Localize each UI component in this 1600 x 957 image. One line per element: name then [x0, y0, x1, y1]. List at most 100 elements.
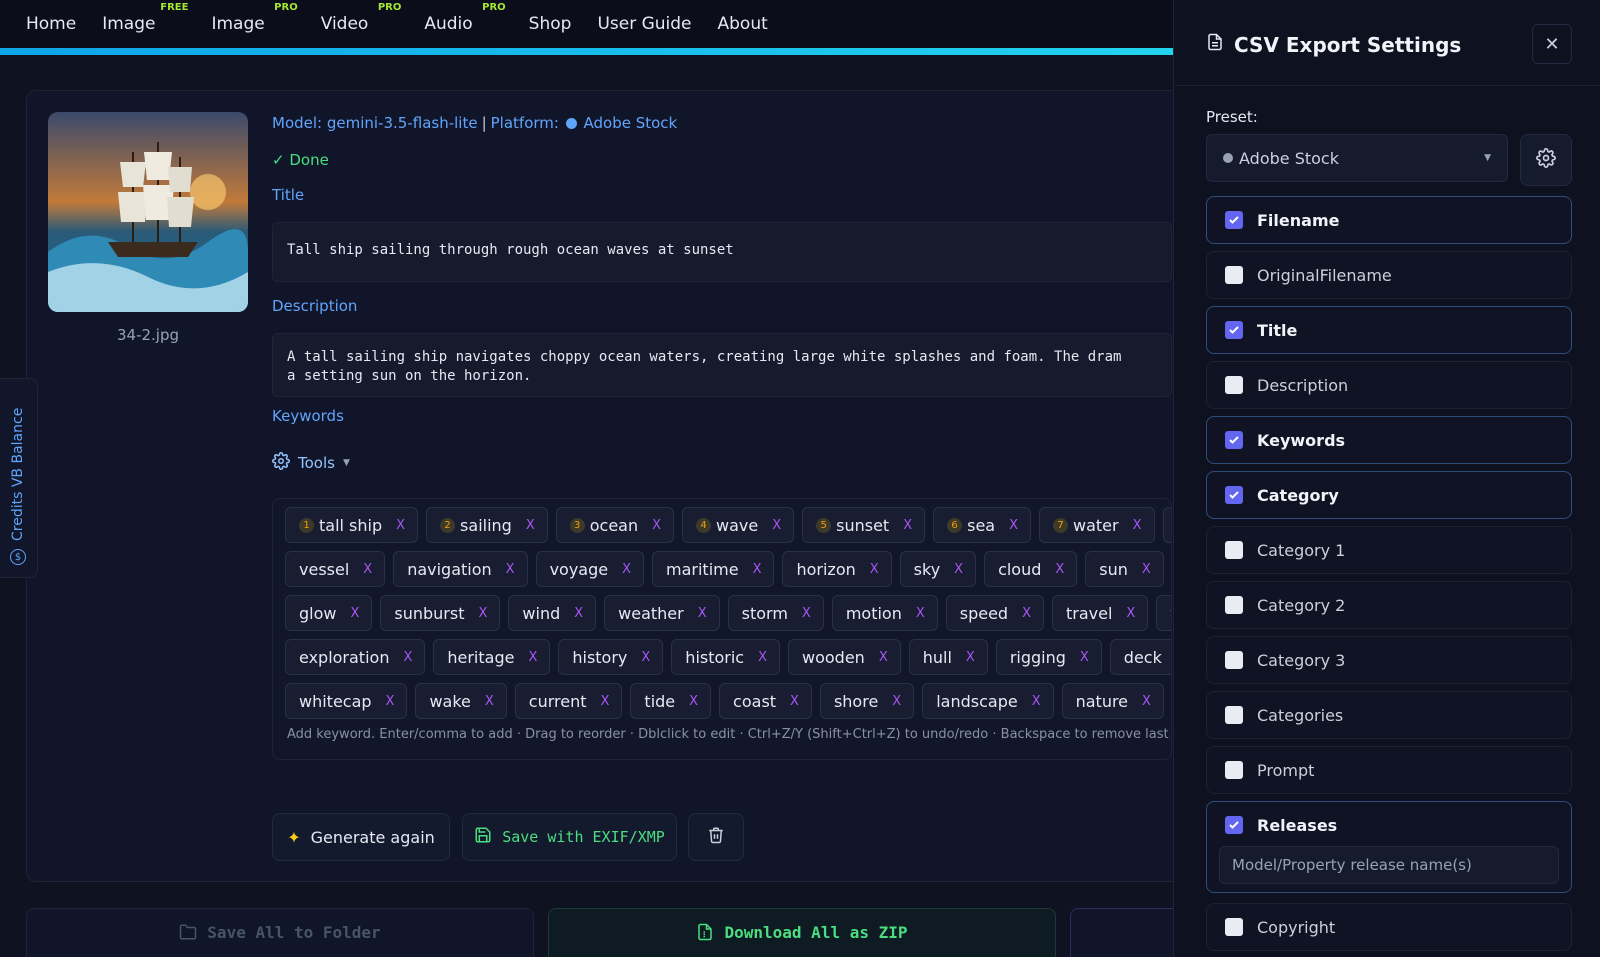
remove-keyword-icon[interactable]: X [1022, 606, 1031, 621]
keyword-chip[interactable]: current X [514, 683, 623, 719]
remove-keyword-icon[interactable]: X [363, 562, 372, 577]
keyword-chip[interactable]: sun X [1085, 551, 1164, 587]
preset-settings-button[interactable] [1520, 134, 1572, 186]
keyword-chip[interactable]: wooden X [788, 639, 901, 675]
checkbox-unchecked-icon[interactable] [1225, 706, 1243, 724]
keyword-chip[interactable]: hull X [908, 639, 988, 675]
remove-keyword-icon[interactable]: X [790, 694, 799, 709]
keyword-chip[interactable]: 6 sea X [933, 507, 1031, 543]
remove-keyword-icon[interactable]: X [1009, 518, 1018, 533]
credits-balance-tab[interactable]: $ Credits VB Balance [0, 378, 38, 578]
remove-keyword-icon[interactable]: X [403, 650, 412, 665]
remove-keyword-icon[interactable]: X [485, 694, 494, 709]
remove-keyword-icon[interactable]: X [601, 694, 610, 709]
remove-keyword-icon[interactable]: X [903, 518, 912, 533]
remove-keyword-icon[interactable]: X [386, 694, 395, 709]
export-option-filename[interactable]: Filename [1206, 196, 1572, 244]
download-all-zip-button[interactable]: Download All as ZIP [548, 908, 1056, 957]
generate-again-button[interactable]: ✦ Generate again [272, 813, 450, 861]
keyword-chip[interactable]: 5 sunset X [802, 507, 926, 543]
keyword-chip[interactable]: wake X [415, 683, 507, 719]
export-option-prompt[interactable]: Prompt [1206, 746, 1572, 794]
keyword-chip[interactable]: heritage X [433, 639, 551, 675]
image-thumbnail[interactable] [48, 112, 248, 312]
remove-keyword-icon[interactable]: X [870, 562, 879, 577]
nav-audio-pro[interactable]: Audio PRO [424, 2, 505, 34]
checkbox-unchecked-icon[interactable] [1225, 541, 1243, 559]
export-option-category-3[interactable]: Category 3 [1206, 636, 1572, 684]
remove-keyword-icon[interactable]: X [753, 562, 762, 577]
remove-keyword-icon[interactable]: X [916, 606, 925, 621]
remove-keyword-icon[interactable]: X [954, 562, 963, 577]
keyword-chip[interactable]: voyage X [535, 551, 644, 587]
keyword-chip[interactable]: shore X [819, 683, 915, 719]
nav-image-free[interactable]: Image FREE [102, 2, 188, 34]
keyword-chip[interactable]: history X [558, 639, 664, 675]
remove-keyword-icon[interactable]: X [1142, 562, 1151, 577]
save-exif-button[interactable]: Save with EXIF/XMP [462, 813, 677, 861]
keyword-chip[interactable]: glow X [285, 595, 373, 631]
keyword-chip[interactable]: cloud X [984, 551, 1078, 587]
nav-video-pro[interactable]: Video PRO [321, 2, 402, 34]
checkbox-unchecked-icon[interactable] [1225, 761, 1243, 779]
remove-keyword-icon[interactable]: X [1126, 606, 1135, 621]
keyword-chip[interactable]: weather X [604, 595, 720, 631]
export-option-category-2[interactable]: Category 2 [1206, 581, 1572, 629]
export-option-releases[interactable]: Releases Model/Property release name(s) [1206, 801, 1572, 893]
remove-keyword-icon[interactable]: X [396, 518, 405, 533]
keyword-chip[interactable]: rigging X [995, 639, 1102, 675]
release-names-input[interactable]: Model/Property release name(s) [1219, 846, 1559, 884]
title-field[interactable]: Tall ship sailing through rough ocean wa… [272, 222, 1172, 282]
remove-keyword-icon[interactable]: X [966, 650, 975, 665]
keyword-chip[interactable]: motion X [831, 595, 938, 631]
remove-keyword-icon[interactable]: X [479, 606, 488, 621]
export-option-description[interactable]: Description [1206, 361, 1572, 409]
export-option-category[interactable]: Category [1206, 471, 1572, 519]
checkbox-unchecked-icon[interactable] [1225, 596, 1243, 614]
keyword-chip[interactable]: 7 water X [1039, 507, 1155, 543]
keyword-chip[interactable]: 2 sailing X [426, 507, 548, 543]
keyword-chip[interactable]: nature X [1061, 683, 1164, 719]
remove-keyword-icon[interactable]: X [350, 606, 359, 621]
export-option-keywords[interactable]: Keywords [1206, 416, 1572, 464]
keyword-chip[interactable]: whitecap X [285, 683, 408, 719]
remove-keyword-icon[interactable]: X [879, 650, 888, 665]
close-button[interactable]: ✕ [1532, 24, 1572, 64]
keyword-chip[interactable]: coast X [719, 683, 812, 719]
keyword-chip[interactable]: landscape X [922, 683, 1054, 719]
keyword-chip[interactable]: navigation X [393, 551, 528, 587]
preset-select[interactable]: Adobe Stock ▼ [1206, 134, 1508, 182]
checkbox-unchecked-icon[interactable] [1225, 918, 1243, 936]
remove-keyword-icon[interactable]: X [622, 562, 631, 577]
checkbox-unchecked-icon[interactable] [1225, 266, 1243, 284]
nav-about[interactable]: About [718, 14, 768, 34]
tools-dropdown[interactable]: Tools ▼ [272, 452, 350, 474]
export-option-copyright[interactable]: Copyright [1206, 903, 1572, 951]
checkbox-checked-icon[interactable] [1225, 211, 1243, 229]
keyword-chip[interactable]: 3 ocean X [555, 507, 675, 543]
remove-keyword-icon[interactable]: X [1055, 562, 1064, 577]
remove-keyword-icon[interactable]: X [758, 650, 767, 665]
remove-keyword-icon[interactable]: X [1032, 694, 1041, 709]
remove-keyword-icon[interactable]: X [574, 606, 583, 621]
keyword-chip[interactable]: sunburst X [380, 595, 501, 631]
export-option-title[interactable]: Title [1206, 306, 1572, 354]
remove-keyword-icon[interactable]: X [892, 694, 901, 709]
remove-keyword-icon[interactable]: X [506, 562, 515, 577]
keyword-chip[interactable]: travel X [1052, 595, 1149, 631]
delete-button[interactable] [688, 813, 744, 861]
export-option-category-1[interactable]: Category 1 [1206, 526, 1572, 574]
export-option-categories[interactable]: Categories [1206, 691, 1572, 739]
keyword-chip[interactable]: vessel X [285, 551, 386, 587]
keyword-chip[interactable]: historic X [671, 639, 781, 675]
checkbox-checked-icon[interactable] [1225, 431, 1243, 449]
keyword-chip[interactable]: 1 tall ship X [285, 507, 419, 543]
checkbox-unchecked-icon[interactable] [1225, 376, 1243, 394]
remove-keyword-icon[interactable]: X [528, 650, 537, 665]
keyword-editor[interactable]: Add keyword. Enter/comma to add · Drag t… [272, 498, 1172, 760]
keyword-chip[interactable]: storm X [727, 595, 824, 631]
checkbox-checked-icon[interactable] [1225, 321, 1243, 339]
export-option-originalfilename[interactable]: OriginalFilename [1206, 251, 1572, 299]
keyword-chip[interactable]: deckX [1109, 639, 1171, 675]
keyword-chip[interactable]: sky X [899, 551, 977, 587]
